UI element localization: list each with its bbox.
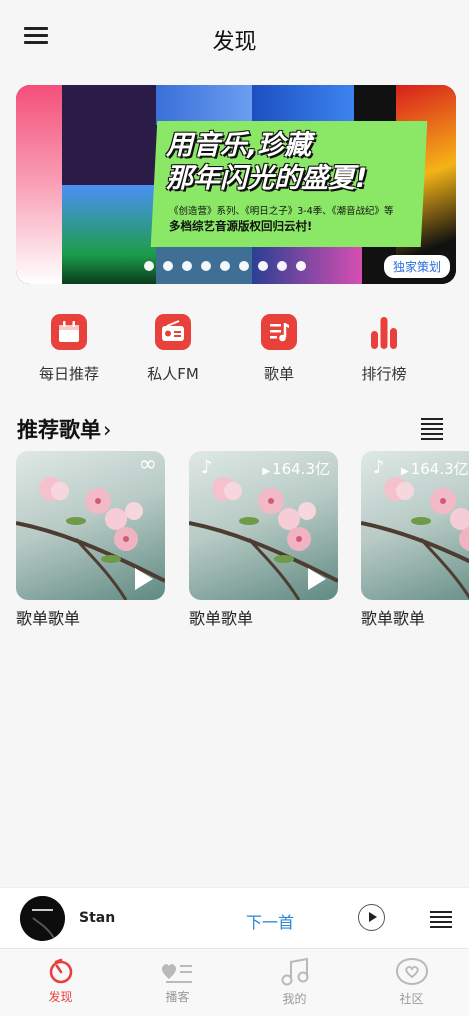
bottom-tab-bar: 发现 播客 我的 社区	[0, 948, 469, 1016]
banner-subtitle-bold: 多档综艺音源版权回归云村!	[169, 219, 313, 233]
pagination-dot[interactable]	[296, 261, 306, 271]
playlist-title: 歌单歌单	[189, 609, 254, 628]
mini-player[interactable]: Stan 下一首	[0, 887, 469, 949]
radio-icon	[155, 314, 191, 350]
page-title: 发现	[212, 30, 257, 55]
song-title: Stan	[79, 910, 116, 926]
pagination-dot[interactable]	[239, 261, 249, 271]
quick-playlist-label: 歌单	[263, 365, 294, 383]
pagination-dot[interactable]	[201, 261, 211, 271]
tab-community-label: 社区	[399, 992, 424, 1006]
promo-banner[interactable]: 用音乐,珍藏 那年闪光的盛夏! 《创造营》系列、《明日之子》3-4季、《潮音战纪…	[16, 85, 456, 284]
playlist-icon	[261, 314, 297, 350]
play-icon[interactable]	[135, 568, 153, 590]
playlist-carousel[interactable]: ∞ 歌单歌单 ♪ ▶ 164.3亿 歌单歌单 ♪ ▶ 164.3亿 歌单歌单	[0, 451, 469, 631]
banner-art-1	[62, 85, 158, 185]
pagination-dot[interactable]	[144, 261, 154, 271]
pagination-dot[interactable]	[182, 261, 192, 271]
playlist-card[interactable]: ♪ ▶ 164.3亿 歌单歌单	[361, 451, 469, 629]
pagination-dot[interactable]	[258, 261, 268, 271]
quick-charts[interactable]: 排行榜	[329, 314, 439, 384]
community-icon	[395, 957, 428, 986]
banner-art-3	[252, 85, 354, 125]
quick-daily[interactable]: 每日推荐	[14, 314, 124, 384]
playlist-title: 歌单歌单	[16, 609, 81, 628]
pagination-dot[interactable]	[220, 261, 230, 271]
music-note-icon	[281, 957, 308, 986]
recommended-playlists-title[interactable]: 推荐歌单›	[17, 414, 111, 444]
album-art[interactable]	[20, 896, 65, 941]
tab-mine-label: 我的	[282, 992, 307, 1006]
pagination-dot[interactable]	[277, 261, 287, 271]
play-count: ▶ 164.3亿	[262, 460, 330, 478]
playlist-queue-icon[interactable]	[430, 911, 452, 928]
playlist-cover: ♪ ▶ 164.3亿	[189, 451, 338, 600]
quick-links: 每日推荐 私人FM 歌单 排行榜	[0, 314, 469, 394]
playlist-card[interactable]: ∞ 歌单歌单	[16, 451, 165, 629]
quick-daily-label: 每日推荐	[38, 365, 99, 383]
banner-pagination[interactable]	[144, 256, 344, 271]
chart-bars-icon	[366, 314, 402, 350]
tab-podcast-label: 播客	[165, 990, 190, 1004]
playlist-card[interactable]: ♪ ▶ 164.3亿 歌单歌单	[189, 451, 338, 629]
banner-subtitle: 《创造营》系列、《明日之子》3-4季、《潮音战纪》等	[169, 206, 394, 217]
tab-community[interactable]: 社区	[353, 957, 469, 1007]
playlist-cover: ♪ ▶ 164.3亿	[361, 451, 469, 600]
banner-art-2	[156, 85, 252, 125]
playlist-title: 歌单歌单	[361, 609, 426, 628]
infinity-icon: ∞	[138, 452, 157, 477]
quick-fm[interactable]: 私人FM	[118, 314, 228, 384]
chevron-right-icon: ›	[103, 418, 112, 442]
quick-playlist[interactable]: 歌单	[224, 314, 334, 384]
play-icon[interactable]	[308, 568, 326, 590]
play-pause-button[interactable]	[358, 904, 385, 931]
quick-charts-label: 排行榜	[361, 365, 407, 383]
banner-art-left	[16, 85, 62, 284]
banner-badge[interactable]: 独家策划	[383, 255, 450, 278]
discover-icon	[49, 958, 72, 984]
tab-podcast[interactable]: 播客	[119, 957, 236, 1005]
tab-discover[interactable]: 发现	[2, 957, 119, 1005]
note-icon: ♪	[373, 457, 385, 478]
banner-headline: 用音乐,珍藏 那年闪光的盛夏!	[166, 130, 368, 194]
play-count: ▶ 164.3亿	[401, 460, 469, 478]
note-icon: ♪	[201, 457, 213, 478]
list-view-icon[interactable]	[421, 418, 443, 440]
next-song-button[interactable]: 下一首	[246, 909, 294, 933]
top-bar: 发现	[0, 0, 469, 76]
tab-mine[interactable]: 我的	[236, 957, 353, 1007]
tab-discover-label: 发现	[48, 990, 73, 1004]
quick-fm-label: 私人FM	[147, 365, 199, 383]
pagination-dot[interactable]	[163, 261, 173, 271]
podcast-icon	[161, 964, 192, 983]
calendar-icon	[51, 314, 87, 350]
recommended-title-text: 推荐歌单	[17, 418, 101, 442]
playlist-cover: ∞	[16, 451, 165, 600]
